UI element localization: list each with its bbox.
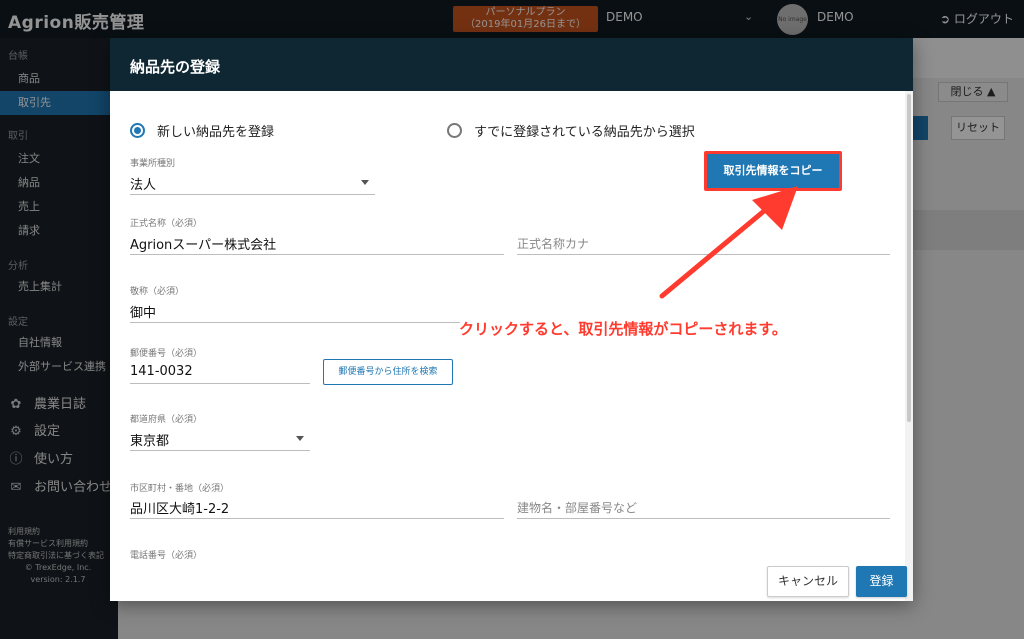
prefecture-select[interactable]: 東京都 [130,430,169,449]
honorific-input[interactable]: 御中 [130,302,156,321]
modal-header: 納品先の登録 [110,38,913,91]
zip-search-button[interactable]: 郵便番号から住所を検索 [323,359,453,385]
annotation-arrow-icon [659,186,798,299]
radio-new-destination[interactable]: 新しい納品先を登録 [130,121,274,140]
city-input[interactable]: 品川区大崎1-2-2 [130,498,229,517]
radio-new-label: 新しい納品先を登録 [157,125,275,140]
chevron-down-icon[interactable] [296,436,304,441]
postal-input[interactable]: 141-0032 [130,364,193,379]
prefecture-label: 都道府県（必須） [130,415,203,425]
official-name-label: 正式名称（必須） [130,219,203,229]
register-button[interactable]: 登録 [856,566,907,597]
honorific-label: 敬称（必須） [130,287,185,297]
chevron-down-icon[interactable] [361,180,369,185]
office-type-underline [130,194,375,195]
modal-title: 納品先の登録 [130,58,221,76]
prefecture-underline [130,450,310,451]
office-type-label: 事業所種別 [130,159,176,169]
city-label: 市区町村・番地（必須） [130,484,230,494]
scrollbar-thumb[interactable] [907,94,911,422]
city-underline [130,518,504,519]
radio-selected-icon [130,123,145,138]
radio-existing-destination[interactable]: すでに登録されている納品先から選択 [447,121,695,140]
cancel-button[interactable]: キャンセル [767,566,849,597]
postal-label: 郵便番号（必須） [130,349,203,359]
annotation-text: クリックすると、取引先情報がコピーされます。 [459,320,787,338]
radio-existing-label: すでに登録されている納品先から選択 [474,125,695,140]
delivery-registration-modal: 納品先の登録 新しい納品先を登録 すでに登録されている納品先から選択 事業所種別… [110,38,913,601]
office-type-select[interactable]: 法人 [130,174,156,193]
phone-label: 電話番号（必須） [130,551,203,561]
official-name-underline [130,254,504,255]
building-input[interactable]: 建物名・部屋番号など [517,499,637,516]
official-kana-input[interactable]: 正式名称カナ [517,235,589,252]
radio-unselected-icon [447,123,462,138]
building-underline [517,518,890,519]
honorific-underline [130,322,460,323]
postal-underline [130,383,310,384]
official-name-input[interactable]: Agrionスーパー株式会社 [130,234,276,253]
